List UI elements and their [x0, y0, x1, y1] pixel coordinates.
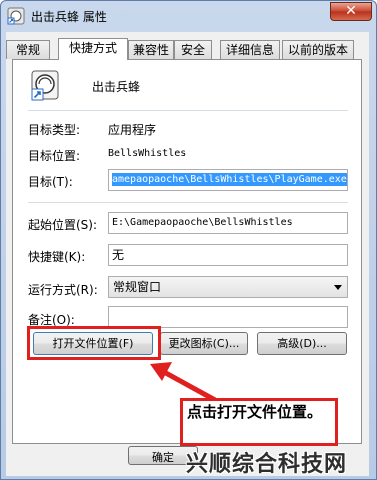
callout-text: 点击打开文件位置。 [187, 403, 323, 421]
button-label: 确定 [152, 451, 174, 464]
site-watermark: 兴顺综合科技网 [186, 452, 348, 477]
tab-shortcut[interactable]: 快捷方式 [58, 38, 128, 60]
tab-label: 快捷方式 [68, 41, 117, 55]
annotation-callout: 点击打开文件位置。 [180, 398, 338, 446]
